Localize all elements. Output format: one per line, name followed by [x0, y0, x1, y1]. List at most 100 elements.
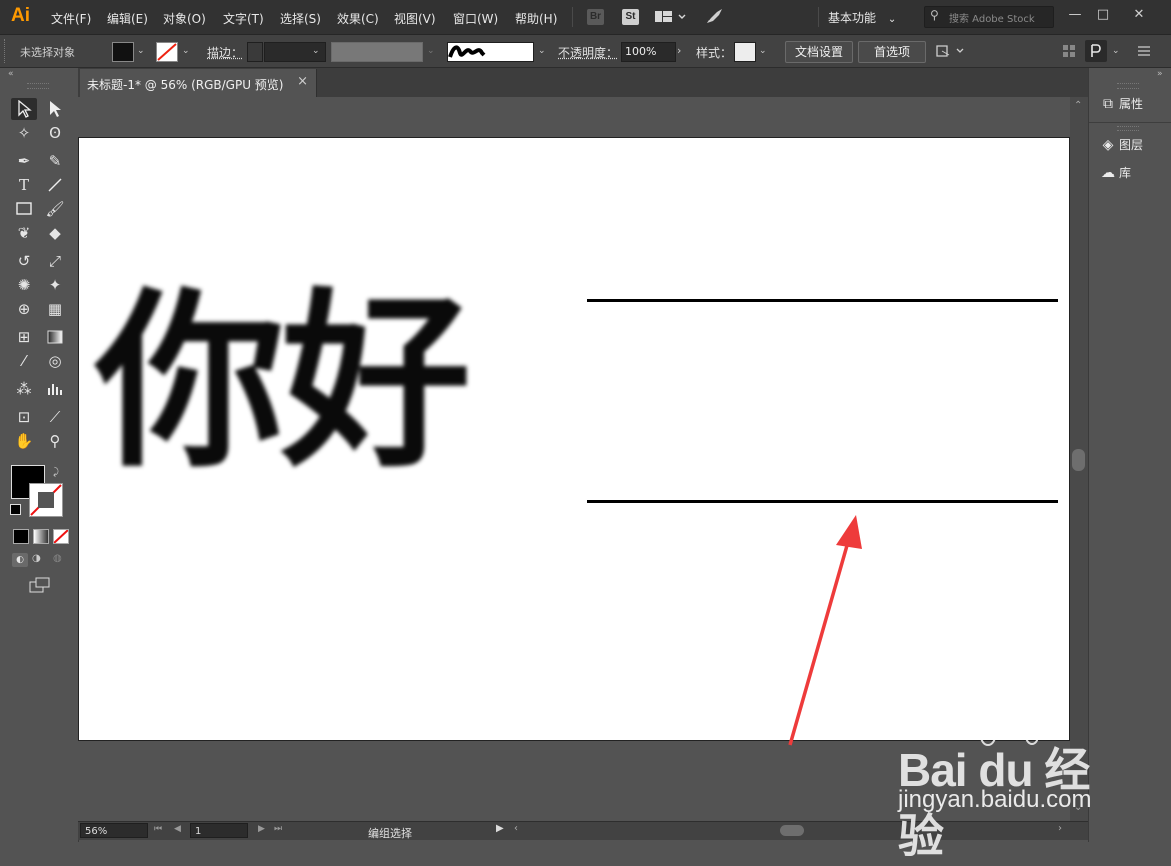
snap-to-pixel-button[interactable]	[1085, 40, 1107, 62]
artboard-number-input[interactable]: 1	[190, 823, 248, 838]
hand-tool-icon[interactable]: ✋	[11, 430, 37, 452]
chevron-down-icon[interactable]: ⌄	[1112, 46, 1120, 56]
layers-panel-tab[interactable]: ◈ 图层	[1097, 133, 1169, 157]
line-segment-tool-icon[interactable]	[42, 174, 68, 196]
puppet-warp-tool-icon[interactable]: ✦	[42, 274, 68, 296]
first-artboard-icon[interactable]: ⏮	[154, 824, 162, 834]
stock-search-input[interactable]: ⚲ 搜索 Adobe Stock	[924, 6, 1054, 28]
bridge-button[interactable]: Br	[587, 9, 604, 25]
type-tool-icon[interactable]: T	[11, 174, 37, 196]
symbol-sprayer-tool-icon[interactable]: ⁂	[11, 378, 37, 400]
opacity-input[interactable]: 100%	[621, 42, 676, 62]
gradient-mode-icon[interactable]	[33, 529, 49, 544]
opacity-label[interactable]: 不透明度：	[558, 44, 618, 61]
draw-behind-icon[interactable]: ◑	[32, 553, 41, 564]
variable-width-profile[interactable]	[331, 42, 423, 62]
blend-tool-icon[interactable]: ◎	[42, 350, 68, 372]
eyedropper-tool-icon[interactable]: ⁄	[11, 350, 37, 372]
chevron-down-icon[interactable]: ⌄	[137, 46, 145, 56]
default-colors-icon[interactable]	[10, 504, 21, 515]
close-tab-icon[interactable]: ×	[297, 74, 308, 89]
none-mode-icon[interactable]	[53, 529, 69, 544]
properties-panel-tab[interactable]: ⧉ 属性	[1097, 92, 1169, 116]
warp-tool-icon[interactable]: ✺	[11, 274, 37, 296]
chevron-down-icon[interactable]: ⌄	[312, 46, 320, 56]
column-graph-tool-icon[interactable]	[42, 378, 68, 400]
brush-definition[interactable]	[447, 42, 534, 62]
stroke-weight-stepper[interactable]	[247, 42, 263, 62]
menu-edit[interactable]: 编辑(E)	[107, 10, 148, 27]
menu-window[interactable]: 窗口(W)	[453, 10, 498, 27]
panel-menu-icon[interactable]	[1137, 45, 1151, 60]
swap-fill-stroke-icon[interactable]: ⤸	[53, 467, 59, 478]
direct-selection-tool-icon[interactable]	[42, 98, 68, 120]
menu-type[interactable]: 文字(T)	[223, 10, 264, 27]
align-panel-icon[interactable]	[1062, 44, 1076, 61]
draw-normal-icon[interactable]: ◐	[12, 553, 28, 567]
stroke-color-swatch[interactable]	[156, 42, 178, 62]
lasso-tool-icon[interactable]: ʘ	[42, 122, 68, 144]
stroke-label[interactable]: 描边：	[207, 44, 243, 61]
stroke-swatch[interactable]	[29, 483, 63, 517]
scroll-up-icon[interactable]: ⌃	[1074, 100, 1082, 111]
chevron-down-icon[interactable]: ⌄	[759, 46, 767, 56]
arrange-documents-icon[interactable]	[655, 8, 687, 29]
horizontal-scroll-thumb[interactable]	[780, 825, 804, 836]
stock-button[interactable]: St	[622, 9, 639, 25]
curvature-tool-icon[interactable]: ✎	[42, 150, 68, 172]
eraser-tool-icon[interactable]: ◆	[42, 222, 68, 244]
libraries-panel-tab[interactable]: ☁ 库	[1097, 161, 1169, 185]
shape-builder-tool-icon[interactable]: ⊕	[11, 298, 37, 320]
pen-tool-icon[interactable]: ✒	[11, 150, 37, 172]
zoom-input[interactable]: 56%	[80, 823, 148, 838]
menu-view[interactable]: 视图(V)	[394, 10, 436, 27]
zoom-tool-icon[interactable]: ⚲	[42, 430, 68, 452]
chevron-right-icon[interactable]: ›	[677, 44, 681, 57]
shaper-tool-icon[interactable]: ❦	[11, 222, 37, 244]
paintbrush-tool-icon[interactable]: 🖌	[42, 198, 68, 220]
close-window-button[interactable]: ✕	[1125, 4, 1153, 26]
last-artboard-icon[interactable]: ⏭	[274, 824, 282, 834]
fill-color-swatch[interactable]	[112, 42, 134, 62]
horizontal-line-bottom[interactable]	[587, 500, 1058, 503]
preferences-button[interactable]: 首选项	[858, 41, 926, 63]
rectangle-tool-icon[interactable]	[11, 198, 37, 220]
chevron-down-icon[interactable]: ⌄	[182, 46, 190, 56]
color-mode-icon[interactable]	[13, 529, 29, 544]
graphic-style-swatch[interactable]	[734, 42, 756, 62]
maximize-button[interactable]: □	[1089, 4, 1117, 26]
rotate-tool-icon[interactable]: ↺	[11, 250, 37, 272]
expand-panels-icon[interactable]: »	[1157, 69, 1163, 79]
chevron-down-icon[interactable]: ⌄	[538, 46, 546, 56]
collapse-panel-icon[interactable]: «	[8, 69, 14, 79]
perspective-grid-tool-icon[interactable]: ▦	[42, 298, 68, 320]
menu-file[interactable]: 文件(F)	[51, 10, 91, 27]
vertical-scroll-thumb[interactable]	[1072, 449, 1085, 471]
previous-artboard-icon[interactable]: ◀	[174, 824, 181, 834]
minimize-button[interactable]: —	[1061, 4, 1089, 26]
next-artboard-icon[interactable]: ▶	[258, 824, 265, 834]
gpu-performance-icon[interactable]	[704, 7, 724, 30]
magic-wand-tool-icon[interactable]: ✧	[11, 122, 37, 144]
menu-object[interactable]: 对象(O)	[163, 10, 206, 27]
screen-mode-icon[interactable]	[29, 577, 51, 596]
selection-tool-icon[interactable]	[11, 98, 37, 120]
document-tab[interactable]: 未标题-1* @ 56% (RGB/GPU 预览) ×	[80, 69, 317, 97]
slice-tool-icon[interactable]: ⟋	[42, 406, 68, 428]
draw-inside-icon[interactable]: ◍	[53, 553, 62, 564]
artboard-tool-icon[interactable]: ⊡	[11, 406, 37, 428]
recolor-icon[interactable]	[935, 43, 965, 62]
menu-select[interactable]: 选择(S)	[280, 10, 321, 27]
menu-help[interactable]: 帮助(H)	[515, 10, 557, 27]
mesh-tool-icon[interactable]: ⊞	[11, 326, 37, 348]
workspace-switcher[interactable]: 基本功能 ⌄	[828, 9, 896, 26]
status-menu-icon[interactable]: ▶	[496, 823, 504, 834]
artboard-text[interactable]: 你好	[95, 288, 471, 478]
document-setup-button[interactable]: 文档设置	[785, 41, 853, 63]
scale-tool-icon[interactable]: ⤢	[42, 250, 68, 272]
menu-effect[interactable]: 效果(C)	[337, 10, 379, 27]
artboard[interactable]: 你好	[78, 137, 1070, 741]
horizontal-line-top[interactable]	[587, 299, 1058, 302]
scroll-left-icon[interactable]: ‹	[514, 823, 518, 834]
gradient-tool-icon[interactable]	[42, 326, 68, 348]
